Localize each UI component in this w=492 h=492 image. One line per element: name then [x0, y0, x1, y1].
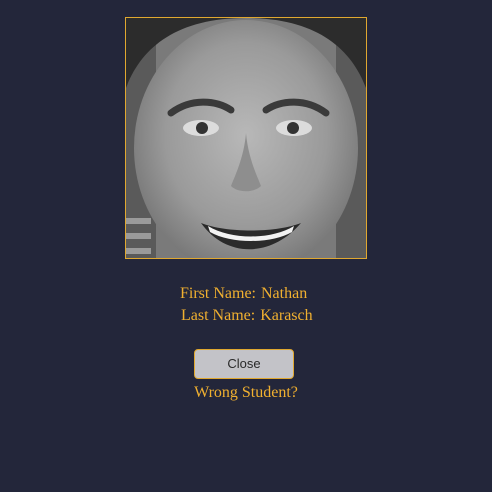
student-verification-panel: First Name: Nathan Last Name: Karasch Clos…: [0, 0, 492, 492]
student-photo: [125, 17, 367, 259]
last-name-row: Last Name: Karasch: [181, 306, 313, 326]
last-name-label: Last Name:: [181, 307, 256, 324]
last-name-value: Karasch: [260, 307, 313, 324]
first-name-value: Nathan: [261, 285, 308, 302]
wrong-student-link[interactable]: Wrong Student?: [0, 383, 492, 403]
face-image: [126, 18, 366, 258]
first-name-label: First Name:: [180, 285, 256, 302]
close-button[interactable]: Close: [194, 349, 294, 379]
first-name-row: First Name: Nathan: [180, 284, 307, 304]
